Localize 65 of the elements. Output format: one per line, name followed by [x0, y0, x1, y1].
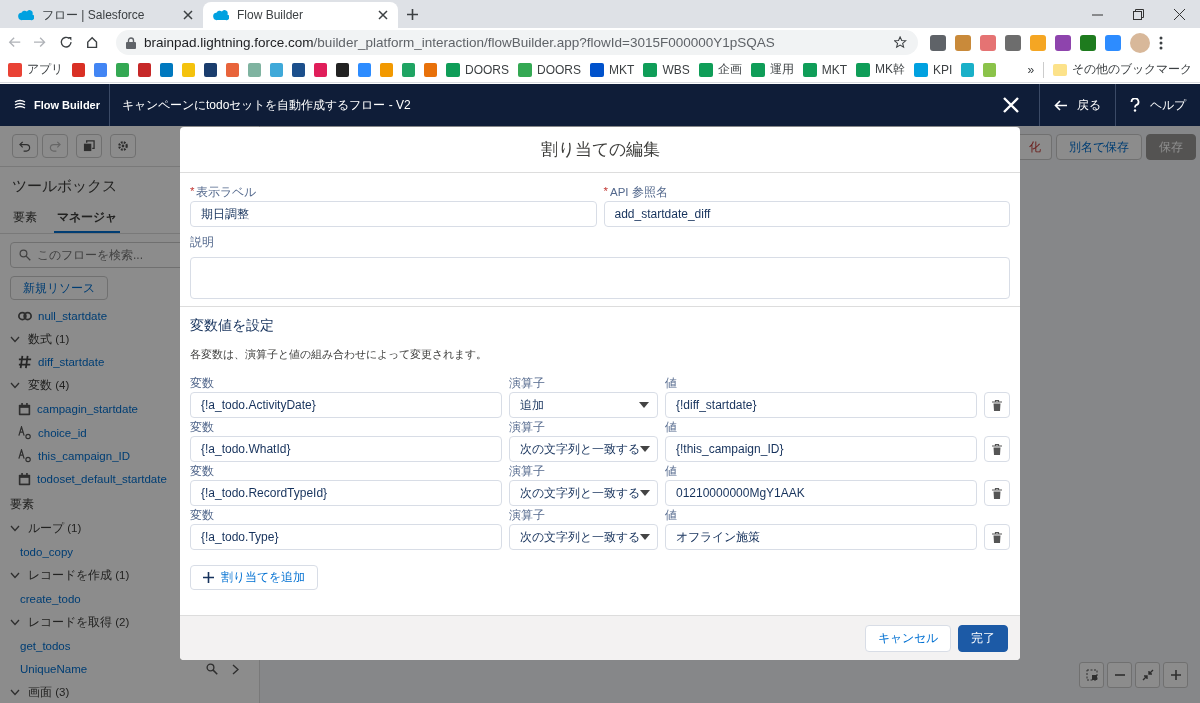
section-help-text: 各変数は、演算子と値の組み合わせによって変更されます。 — [190, 348, 487, 360]
group-label[interactable]: 変数 (4) — [28, 378, 70, 394]
section-heading: 要素 — [10, 496, 34, 512]
required-mark: * — [603, 185, 608, 199]
field-label: API 参照名 — [610, 185, 668, 199]
bookmark[interactable]: アプリ — [8, 61, 63, 78]
operator-dropdown[interactable]: 次の文字列と一致する — [509, 480, 658, 506]
group-label[interactable]: 画面 (3) — [28, 685, 70, 701]
bookmark[interactable]: MKT — [590, 62, 635, 77]
bookmark[interactable]: MKT — [802, 62, 848, 77]
cancel-button[interactable]: キャンセル — [865, 624, 951, 652]
required-mark: * — [190, 185, 195, 199]
variable-field[interactable]: {!a_todo.WhatId} — [190, 436, 502, 462]
bookmark[interactable]: MK幹 — [856, 61, 906, 78]
flow-title: キャンペーンにtodoセットを自動作成するフロー - V2 — [122, 96, 411, 114]
product-name: Flow Builder — [34, 99, 100, 111]
value-field[interactable]: {!this_campaign_ID} — [665, 436, 977, 462]
panel-title: ツールボックス — [12, 177, 117, 194]
group-label[interactable]: 数式 (1) — [28, 331, 70, 347]
panel-tab[interactable]: マネージャ — [54, 204, 120, 233]
dialog-title: 割り当ての編集 — [540, 139, 660, 161]
value-field[interactable]: オフライン施策 — [665, 524, 977, 550]
group-label[interactable]: レコードを作成 (1) — [28, 568, 130, 584]
field-label: 表示ラベル — [196, 185, 257, 199]
bookmark[interactable]: KPI — [914, 62, 953, 77]
toolbar-button[interactable]: 化 — [1019, 134, 1052, 160]
add-assignment-button[interactable]: 割り当てを追加 — [190, 565, 318, 590]
address-bar[interactable]: brainpad.lightning.force.com/builder_platform_interaction/flowBuilder.app?flowId=3015F000000Y1pSQAS — [116, 30, 918, 55]
input-field[interactable]: 期日調整 — [190, 201, 597, 227]
field-label: 演算子 — [509, 508, 545, 522]
field-label: 演算子 — [509, 420, 545, 434]
browser-tab[interactable]: Flow Builder — [203, 2, 398, 28]
group-label[interactable]: ループ (1) — [28, 521, 82, 537]
value-field[interactable]: 01210000000MgY1AAK — [665, 480, 977, 506]
panel-tab[interactable]: 要素 — [10, 204, 40, 233]
operator-dropdown[interactable]: 追加 — [509, 392, 658, 418]
field-label: 演算子 — [509, 464, 545, 478]
done-button[interactable]: 完了 — [958, 624, 1008, 652]
field-label: 演算子 — [509, 376, 545, 390]
section-title: 変数値を設定 — [190, 317, 274, 333]
url-text: brainpad.lightning.force.com/builder_platform_interaction/flowBuilder.app?flowId=3015F000000Y1pSQAS — [144, 35, 775, 50]
field-label: 変数 — [190, 376, 214, 390]
field-label: 値 — [665, 376, 677, 390]
bookmark[interactable]: DOORS — [446, 62, 509, 77]
variable-field[interactable]: {!a_todo.RecordTypeId} — [190, 480, 502, 506]
more-bookmarks-button[interactable]: » — [1027, 62, 1035, 77]
field-label: 値 — [665, 464, 677, 478]
operator-dropdown[interactable]: 次の文字列と一致する — [509, 436, 658, 462]
bookmark[interactable]: 企画 — [698, 61, 742, 78]
bookmark[interactable]: WBS — [643, 62, 690, 77]
operator-dropdown[interactable]: 次の文字列と一致する — [509, 524, 658, 550]
bookmark-folder[interactable]: その他のブックマーク — [1053, 61, 1192, 78]
browser-tab[interactable]: フロー | Salesforce — [8, 2, 203, 28]
variable-field[interactable]: {!a_todo.Type} — [190, 524, 502, 550]
variable-field[interactable]: {!a_todo.ActivityDate} — [190, 392, 502, 418]
field-label: 変数 — [190, 464, 214, 478]
field-label: 値 — [665, 420, 677, 434]
value-field[interactable]: {!diff_startdate} — [665, 392, 977, 418]
group-label[interactable]: レコードを取得 (2) — [28, 614, 130, 630]
input-field[interactable]: add_startdate_diff — [603, 201, 1010, 227]
field-label: 値 — [665, 508, 677, 522]
bookmark[interactable]: 運用 — [750, 61, 794, 78]
bookmark[interactable]: DOORS — [518, 62, 582, 77]
field-label: 変数 — [190, 508, 214, 522]
field-label: 変数 — [190, 420, 214, 434]
